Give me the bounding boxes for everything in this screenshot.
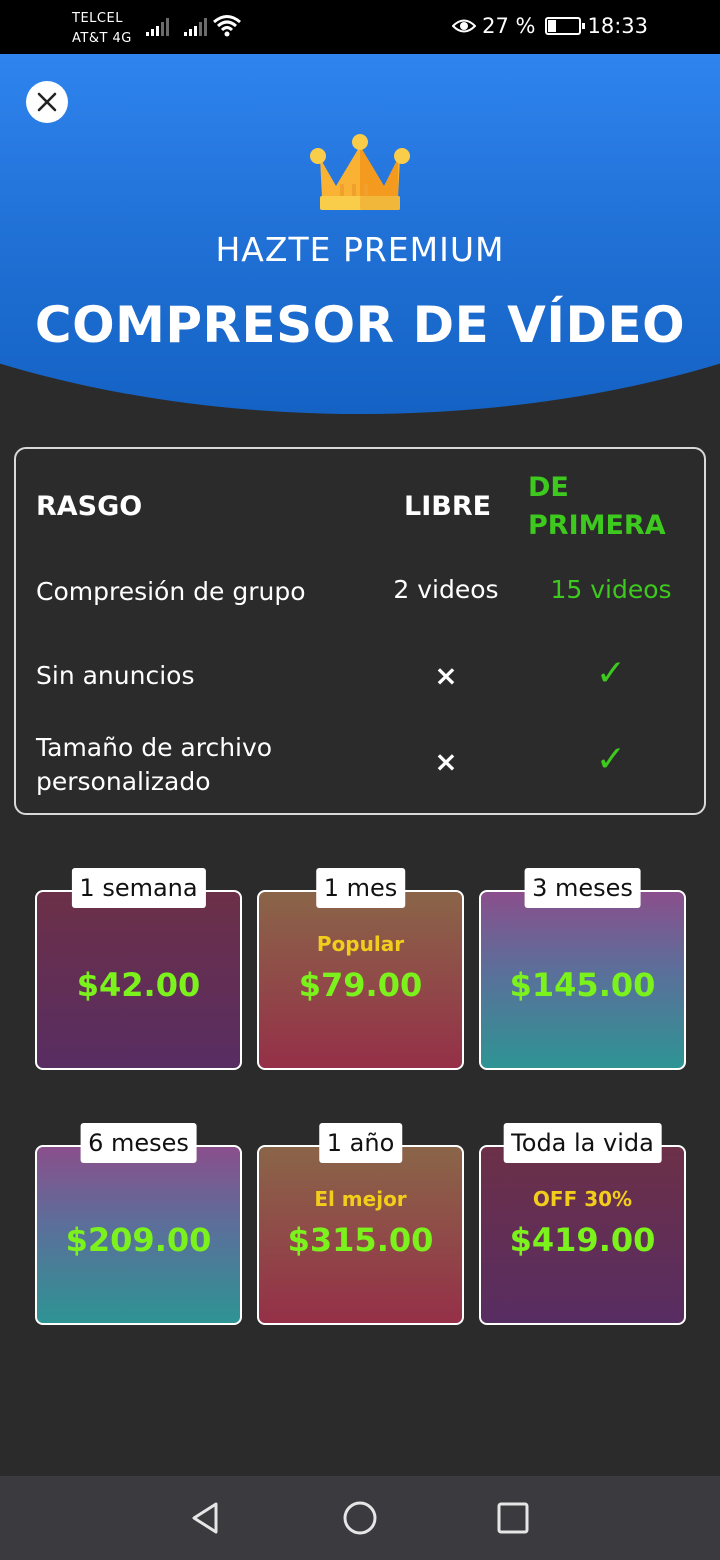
- close-icon: [37, 92, 57, 112]
- premium-value: 15 videos: [550, 575, 672, 604]
- page-title: COMPRESOR DE VÍDEO: [34, 296, 686, 354]
- back-icon[interactable]: [188, 1500, 224, 1536]
- system-nav-bar: [0, 1476, 720, 1560]
- plan-duration-label: 1 año: [318, 1123, 403, 1163]
- eye-icon: [452, 19, 477, 33]
- plan-duration-label: 3 meses: [524, 868, 641, 908]
- premium-subtitle: HAZTE PREMIUM: [215, 230, 505, 269]
- crown-icon: [310, 134, 410, 210]
- plan-badge: Popular: [316, 932, 405, 956]
- plan-card-3-meses[interactable]: 3 meses $145.00: [479, 868, 686, 1070]
- feature-comparison-table: RASGO LIBRE DE PRIMERA Compresión de gru…: [14, 447, 706, 815]
- battery-percent: 27 %: [482, 14, 536, 38]
- plan-duration-label: 6 meses: [80, 1123, 197, 1163]
- carrier-info: TELCEL AT&T 4G: [72, 9, 132, 49]
- plan-card-6-meses[interactable]: 6 meses $209.00: [35, 1123, 242, 1325]
- feature-label: Tamaño de archivo personalizado: [36, 733, 273, 796]
- feature-label: Sin anuncios: [36, 661, 195, 690]
- home-icon[interactable]: [342, 1500, 378, 1536]
- plan-price: $315.00: [287, 1221, 434, 1259]
- carrier-name-2: AT&T 4G: [72, 31, 132, 46]
- recents-icon[interactable]: [495, 1500, 531, 1536]
- plan-price: $79.00: [298, 966, 423, 1004]
- feature-label: Compresión de grupo: [36, 577, 306, 606]
- wifi-icon: [213, 15, 241, 37]
- plan-duration-label: 1 semana: [71, 868, 206, 908]
- plan-card-1-semana[interactable]: 1 semana $42.00: [35, 868, 242, 1070]
- plan-price: $42.00: [76, 966, 201, 1004]
- cross-icon: ×: [434, 745, 458, 778]
- plan-card-toda-la-vida[interactable]: Toda la vida OFF 30% $419.00: [479, 1123, 686, 1325]
- clock: 18:33: [587, 14, 648, 38]
- column-header-premium: DE PRIMERA: [528, 472, 666, 541]
- plan-duration-label: Toda la vida: [503, 1123, 662, 1163]
- plan-badge: OFF 30%: [532, 1187, 633, 1211]
- column-header-feature: RASGO: [36, 491, 143, 522]
- checkmark-icon: ✓: [595, 739, 627, 780]
- plan-duration-label: 1 mes: [315, 868, 406, 908]
- plan-price: $209.00: [65, 1221, 212, 1259]
- free-value: 2 videos: [393, 575, 499, 604]
- status-right: 27 % 18:33: [452, 14, 648, 38]
- status-bar: TELCEL AT&T 4G 27 % 18:33: [0, 0, 720, 54]
- carrier-name-1: TELCEL: [72, 11, 123, 26]
- checkmark-icon: ✓: [595, 653, 627, 694]
- battery-icon: [545, 17, 586, 35]
- close-button[interactable]: [26, 81, 68, 123]
- signal-icon: [146, 18, 169, 36]
- plan-badge: El mejor: [314, 1187, 407, 1211]
- signal-icon: [184, 18, 207, 36]
- plan-price: $145.00: [509, 966, 656, 1004]
- plan-price: $419.00: [509, 1221, 656, 1259]
- column-header-free: LIBRE: [404, 491, 492, 522]
- plan-card-1-ano[interactable]: 1 año El mejor $315.00: [257, 1123, 464, 1325]
- plan-card-1-mes[interactable]: 1 mes Popular $79.00: [257, 868, 464, 1070]
- cross-icon: ×: [434, 659, 458, 692]
